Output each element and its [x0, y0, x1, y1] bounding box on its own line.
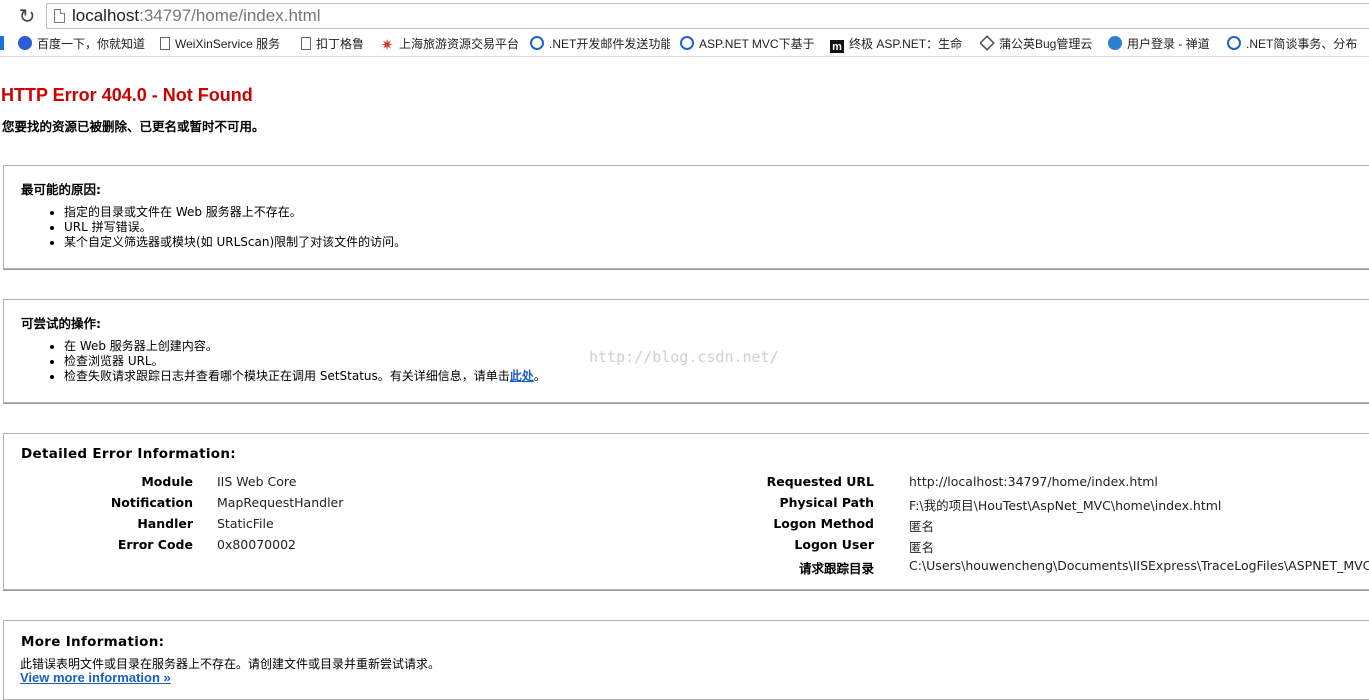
- detail-key: Requested URL: [766, 474, 874, 489]
- bookmark-item[interactable]: 百度一下，你就知道: [18, 35, 148, 53]
- detail-row: Handler StaticFile Logon Method 匿名: [4, 516, 1369, 534]
- bookmark-item[interactable]: .NET简谈事务、分布: [1227, 35, 1369, 53]
- list-item: 在 Web 服务器上创建内容。: [64, 339, 546, 354]
- more-info-section: More Information: 此错误表明文件或目录在服务器上不存在。请创建…: [3, 620, 1369, 700]
- action-suffix: 。: [533, 369, 546, 383]
- bookmark-item[interactable]: ✷ 上海旅游资源交易平台: [380, 35, 520, 53]
- list-item: 某个自定义筛选器或模块(如 URLScan)限制了对该文件的访问。: [64, 235, 406, 250]
- bookmark-item[interactable]: 扣丁格鲁: [301, 35, 373, 53]
- cube-icon: [980, 35, 995, 51]
- more-info-heading: More Information:: [21, 634, 165, 650]
- detail-key: Physical Path: [779, 495, 874, 510]
- page-title: HTTP Error 404.0 - Not Found: [1, 85, 253, 105]
- bookmark-item[interactable]: 用户登录 - 禅道: [1108, 35, 1216, 53]
- globe-icon: [1108, 36, 1122, 50]
- address-text[interactable]: localhost:34797/home/index.html: [72, 6, 321, 26]
- bookmarks-bar: 百度一下，你就知道 WeiXinService 服务 扣丁格鲁 ✷ 上海旅游资源交…: [0, 32, 1369, 57]
- detail-value: 匿名: [909, 519, 935, 534]
- detail-value: F:\我的项目\HouTest\AspNet_MVC\home\index.ht…: [909, 498, 1222, 513]
- causes-section: 最可能的原因: 指定的目录或文件在 Web 服务器上不存在。 URL 拼写错误。…: [3, 165, 1369, 269]
- detail-value: 匿名: [909, 540, 935, 555]
- bookmark-overflow[interactable]: [0, 35, 14, 53]
- watermark: http://blog.csdn.net/: [589, 348, 779, 366]
- page-icon: [301, 37, 311, 50]
- view-more-link[interactable]: View more information »: [20, 670, 171, 685]
- detail-row: 请求跟踪目录 C:\Users\houwencheng\Documents\II…: [4, 558, 1369, 576]
- detail-row: Error Code 0x80070002 Logon User 匿名: [4, 537, 1369, 555]
- bookmark-item[interactable]: 蒲公英Bug管理云: [980, 35, 1098, 53]
- csdn-icon: [530, 36, 544, 50]
- details-heading: Detailed Error Information:: [21, 446, 236, 462]
- page-icon: [54, 9, 65, 23]
- star-icon: ✷: [380, 37, 394, 53]
- detail-row: Notification MapRequestHandler Physical …: [4, 495, 1369, 513]
- bookmark-item[interactable]: WeiXinService 服务: [160, 35, 290, 53]
- here-link[interactable]: 此处: [510, 369, 534, 383]
- causes-list: 指定的目录或文件在 Web 服务器上不存在。 URL 拼写错误。 某个自定义筛选…: [28, 205, 406, 250]
- m-icon: m: [830, 40, 844, 53]
- bookmark-item[interactable]: m 终极 ASP.NET：生命: [830, 35, 970, 53]
- list-item: 检查失败请求跟踪日志并查看哪个模块正在调用 SetStatus。有关详细信息，请…: [64, 369, 546, 384]
- action-text: 检查失败请求跟踪日志并查看哪个模块正在调用 SetStatus。有关详细信息，请…: [64, 369, 510, 383]
- page-icon: [160, 37, 170, 50]
- detail-value: C:\Users\houwencheng\Documents\IISExpres…: [909, 558, 1369, 573]
- bookmark-edge-icon: [0, 36, 4, 50]
- causes-heading: 最可能的原因:: [21, 182, 101, 197]
- csdn-icon: [680, 36, 694, 50]
- browser-toolbar: ↻ localhost:34797/home/index.html: [0, 0, 1369, 32]
- list-item: URL 拼写错误。: [64, 220, 406, 235]
- details-section: Detailed Error Information: Module IIS W…: [3, 433, 1369, 590]
- detail-key: Logon User: [794, 537, 874, 552]
- page-subtitle: 您要找的资源已被删除、已更名或暂时不可用。: [2, 119, 265, 134]
- address-bar[interactable]: localhost:34797/home/index.html: [46, 3, 1369, 29]
- bookmark-item[interactable]: ASP.NET MVC下基于: [680, 35, 818, 53]
- actions-list: 在 Web 服务器上创建内容。 检查浏览器 URL。 检查失败请求跟踪日志并查看…: [28, 339, 546, 384]
- reload-icon[interactable]: ↻: [16, 5, 38, 27]
- list-item: 指定的目录或文件在 Web 服务器上不存在。: [64, 205, 406, 220]
- detail-key: 请求跟踪目录: [798, 561, 874, 576]
- list-item: 检查浏览器 URL。: [64, 354, 546, 369]
- detail-key: Logon Method: [773, 516, 874, 531]
- csdn-icon: [1227, 36, 1241, 50]
- paw-icon: [18, 36, 32, 50]
- bookmark-item[interactable]: .NET开发邮件发送功能: [530, 35, 670, 53]
- detail-row: Module IIS Web Core Requested URL http:/…: [4, 474, 1369, 492]
- detail-value: http://localhost:34797/home/index.html: [909, 474, 1158, 489]
- actions-heading: 可尝试的操作:: [21, 316, 101, 331]
